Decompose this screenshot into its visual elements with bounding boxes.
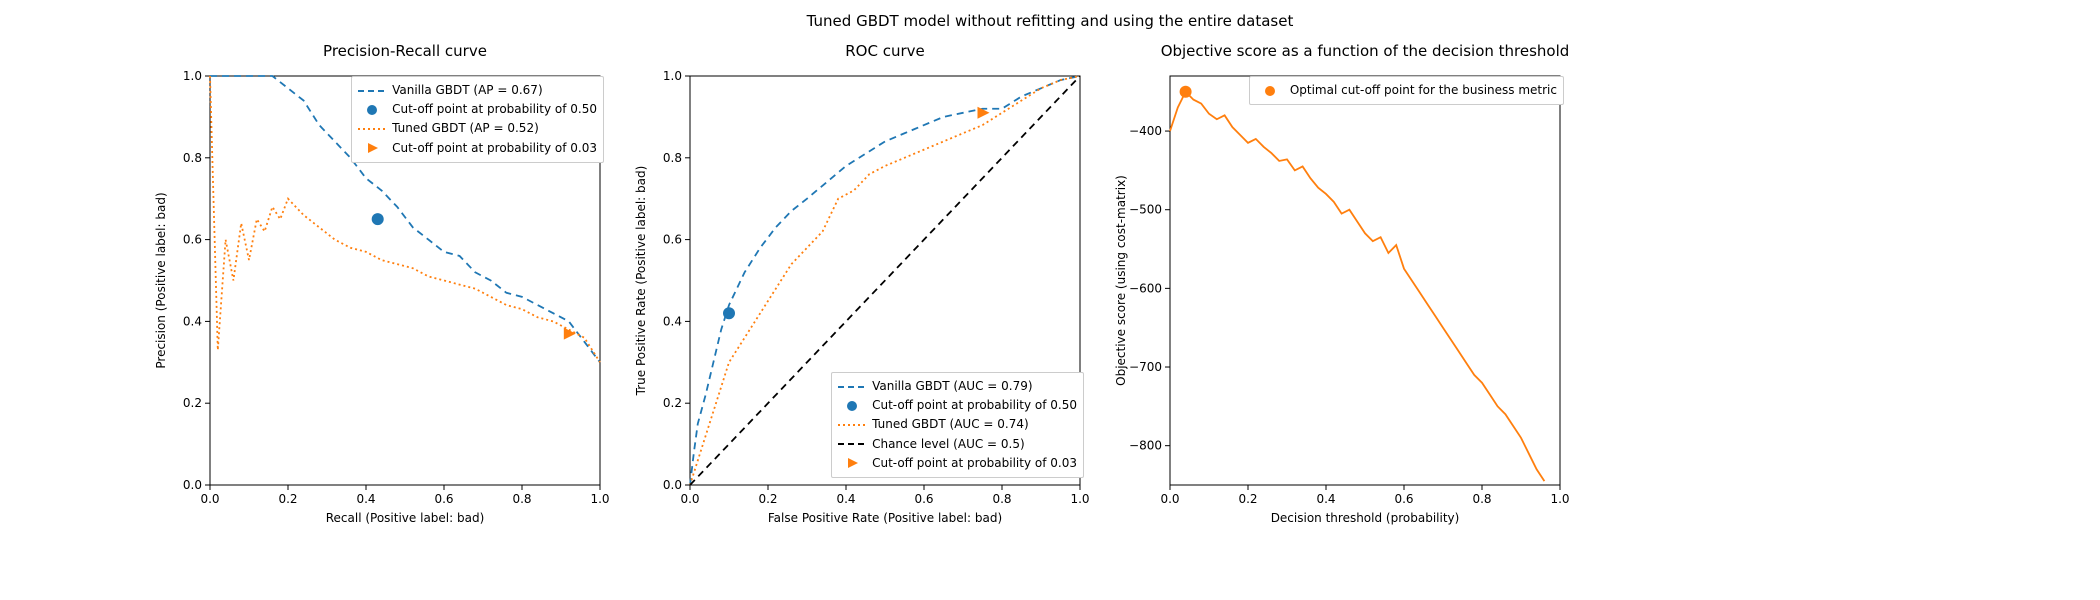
svg-text:0.4: 0.4 — [183, 314, 202, 328]
svg-text:False Positive Rate (Positive: False Positive Rate (Positive label: bad… — [768, 511, 1002, 525]
svg-text:0.0: 0.0 — [200, 492, 219, 506]
legend-item-optimal-cutoff: Optimal cut-off point for the business m… — [1256, 81, 1557, 100]
panel-objective: Objective score as a function of the dec… — [1160, 70, 1570, 540]
legend-item-chance-level: Chance level (AUC = 0.5) — [838, 435, 1077, 454]
legend-item-cutoff-050: Cut-off point at probability of 0.50 — [838, 396, 1077, 415]
svg-text:−500: −500 — [1129, 203, 1162, 217]
legend-roc: Vanilla GBDT (AUC = 0.79) Cut-off point … — [831, 372, 1084, 478]
svg-text:0.2: 0.2 — [758, 492, 777, 506]
svg-text:0.8: 0.8 — [1472, 492, 1491, 506]
svg-text:−600: −600 — [1129, 281, 1162, 295]
line-swatch-dotted-orange-icon — [838, 419, 866, 431]
legend-label: Cut-off point at probability of 0.50 — [872, 396, 1077, 415]
svg-text:0.8: 0.8 — [183, 151, 202, 165]
legend-label: Cut-off point at probability of 0.03 — [392, 139, 597, 158]
svg-text:1.0: 1.0 — [590, 492, 609, 506]
legend-label: Tuned GBDT (AP = 0.52) — [392, 119, 539, 138]
svg-text:True Positive Rate (Positive l: True Positive Rate (Positive label: bad) — [634, 166, 648, 397]
svg-text:−800: −800 — [1129, 439, 1162, 453]
svg-text:0.4: 0.4 — [663, 314, 682, 328]
svg-text:1.0: 1.0 — [1550, 492, 1569, 506]
svg-text:0.8: 0.8 — [512, 492, 531, 506]
line-swatch-dotted-orange-icon — [358, 123, 386, 135]
svg-text:0.8: 0.8 — [992, 492, 1011, 506]
legend-item-cutoff-003: Cut-off point at probability of 0.03 — [358, 139, 597, 158]
legend-item-tuned-gbdt: Tuned GBDT (AUC = 0.74) — [838, 415, 1077, 434]
svg-text:0.0: 0.0 — [663, 478, 682, 492]
line-swatch-dashed-blue-icon — [358, 85, 386, 97]
svg-text:Objective score (using cost-ma: Objective score (using cost-matrix) — [1114, 175, 1128, 386]
figure: Tuned GBDT model without refitting and u… — [0, 0, 2100, 600]
svg-text:Decision threshold (probabilit: Decision threshold (probability) — [1271, 511, 1460, 525]
panel-precision-recall: Precision-Recall curve 0.00.20.40.60.81.… — [200, 70, 610, 540]
legend-label: Cut-off point at probability of 0.03 — [872, 454, 1077, 473]
svg-text:0.6: 0.6 — [663, 233, 682, 247]
svg-text:0.6: 0.6 — [434, 492, 453, 506]
svg-text:0.0: 0.0 — [183, 478, 202, 492]
svg-text:0.6: 0.6 — [1394, 492, 1413, 506]
svg-text:0.4: 0.4 — [356, 492, 375, 506]
svg-text:Recall (Positive label: bad): Recall (Positive label: bad) — [326, 511, 485, 525]
legend-item-vanilla-gbdt: Vanilla GBDT (AUC = 0.79) — [838, 377, 1077, 396]
legend-item-cutoff-003: Cut-off point at probability of 0.03 — [838, 454, 1077, 473]
legend-label: Optimal cut-off point for the business m… — [1290, 81, 1557, 100]
panel-roc: ROC curve 0.00.20.40.60.81.00.00.20.40.6… — [680, 70, 1090, 540]
circle-marker-icon — [838, 400, 866, 412]
svg-text:1.0: 1.0 — [1070, 492, 1089, 506]
circle-marker-icon — [358, 104, 386, 116]
svg-text:0.0: 0.0 — [680, 492, 699, 506]
legend-pr: Vanilla GBDT (AP = 0.67) Cut-off point a… — [351, 76, 604, 163]
svg-text:0.6: 0.6 — [183, 233, 202, 247]
line-swatch-dashed-black-icon — [838, 438, 866, 450]
triangle-right-marker-icon — [838, 457, 866, 469]
svg-text:−700: −700 — [1129, 360, 1162, 374]
legend-label: Tuned GBDT (AUC = 0.74) — [872, 415, 1029, 434]
plot-obj: 0.00.20.40.60.81.0−800−700−600−500−400De… — [1160, 70, 1570, 540]
legend-label: Vanilla GBDT (AUC = 0.79) — [872, 377, 1032, 396]
panel-title-obj: Objective score as a function of the dec… — [1160, 42, 1570, 60]
svg-text:0.2: 0.2 — [278, 492, 297, 506]
svg-text:1.0: 1.0 — [663, 69, 682, 83]
circle-marker-icon — [1256, 85, 1284, 97]
panel-title-roc: ROC curve — [680, 42, 1090, 60]
svg-text:Precision (Positive label: bad: Precision (Positive label: bad) — [154, 192, 168, 368]
svg-text:1.0: 1.0 — [183, 69, 202, 83]
figure-suptitle: Tuned GBDT model without refitting and u… — [0, 12, 2100, 30]
svg-text:0.2: 0.2 — [183, 396, 202, 410]
legend-label: Vanilla GBDT (AP = 0.67) — [392, 81, 543, 100]
legend-item-tuned-gbdt: Tuned GBDT (AP = 0.52) — [358, 119, 597, 138]
svg-text:0.4: 0.4 — [1316, 492, 1335, 506]
legend-label: Chance level (AUC = 0.5) — [872, 435, 1025, 454]
svg-text:0.2: 0.2 — [1238, 492, 1257, 506]
panel-title-pr: Precision-Recall curve — [200, 42, 610, 60]
legend-item-cutoff-050: Cut-off point at probability of 0.50 — [358, 100, 597, 119]
triangle-right-marker-icon — [358, 142, 386, 154]
line-swatch-dashed-blue-icon — [838, 381, 866, 393]
svg-text:0.4: 0.4 — [836, 492, 855, 506]
legend-label: Cut-off point at probability of 0.50 — [392, 100, 597, 119]
svg-text:−400: −400 — [1129, 124, 1162, 138]
legend-item-vanilla-gbdt: Vanilla GBDT (AP = 0.67) — [358, 81, 597, 100]
svg-text:0.0: 0.0 — [1160, 492, 1179, 506]
svg-text:0.2: 0.2 — [663, 396, 682, 410]
svg-text:0.8: 0.8 — [663, 151, 682, 165]
svg-text:0.6: 0.6 — [914, 492, 933, 506]
legend-obj: Optimal cut-off point for the business m… — [1249, 76, 1564, 105]
